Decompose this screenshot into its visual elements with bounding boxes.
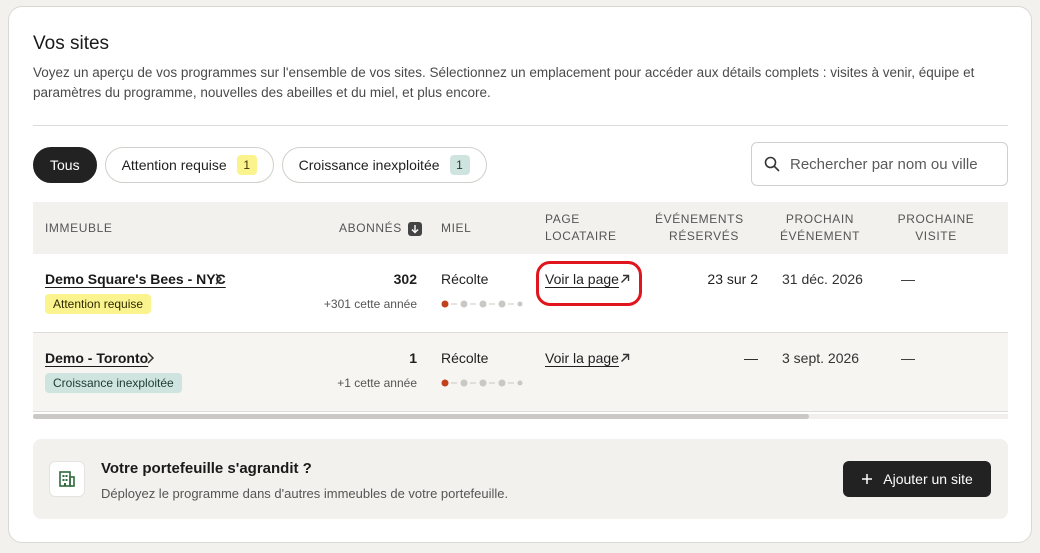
header-next-visit-line1: PROCHAINE xyxy=(897,212,975,226)
status-badge: Croissance inexploitée xyxy=(45,373,182,393)
building-name-link[interactable]: Demo - Toronto xyxy=(45,350,148,366)
header-reserved-line2: RÉSERVÉS xyxy=(669,229,739,243)
honey-progress-indicator xyxy=(441,379,523,387)
header-tenant-page-line2: LOCATAIRE xyxy=(545,229,617,243)
search-input[interactable] xyxy=(790,155,1000,173)
header-building: IMMEUBLE xyxy=(45,221,113,235)
next-visit-date: — xyxy=(901,350,915,366)
header-reserved: ÉVÉNEMENTS RÉSERVÉS xyxy=(655,211,744,245)
header-next-visit: PROCHAINE VISITE xyxy=(891,211,981,245)
honey-stage: Récolte xyxy=(441,271,489,287)
banner-title: Votre portefeuille s'agrandit ? xyxy=(101,460,312,477)
building-icon xyxy=(49,461,85,497)
filter-attention-label: Attention requise xyxy=(121,157,227,173)
header-next-event-line1: PROCHAIN xyxy=(785,212,855,226)
header-honey: MIEL xyxy=(441,221,472,235)
subscribers-delta: +301 cette année xyxy=(323,297,417,311)
table-header: IMMEUBLE ABONNÉS MIEL PAGE LOCATAIRE ÉVÉ… xyxy=(33,202,1008,254)
search-box xyxy=(751,142,1008,186)
header-subscribers[interactable]: ABONNÉS xyxy=(339,220,422,237)
reserved-events: — xyxy=(744,350,758,366)
table-row[interactable]: Demo - Toronto Croissance inexploitée 1 … xyxy=(33,333,1008,412)
chevron-right-icon xyxy=(147,352,155,364)
search-icon xyxy=(764,156,780,172)
divider xyxy=(33,125,1008,126)
chevron-right-icon xyxy=(215,273,223,285)
header-next-event: PROCHAIN ÉVÉNEMENT xyxy=(775,211,865,245)
reserved-events: 23 sur 2 xyxy=(707,271,758,287)
add-site-label: Ajouter un site xyxy=(883,471,973,487)
horizontal-scrollbar-thumb[interactable] xyxy=(33,414,809,419)
filter-attention-chip[interactable]: Attention requise 1 xyxy=(104,147,274,183)
sites-card: Vos sites Voyez un aperçu de vos program… xyxy=(8,6,1032,543)
filter-all-label: Tous xyxy=(50,157,80,173)
header-next-event-line2: ÉVÉNEMENT xyxy=(779,229,861,243)
header-tenant-page: PAGE LOCATAIRE xyxy=(545,211,617,245)
next-event-date: 3 sept. 2026 xyxy=(782,350,860,366)
header-reserved-line1: ÉVÉNEMENTS xyxy=(655,212,744,226)
plus-icon xyxy=(862,474,873,484)
filter-growth-chip[interactable]: Croissance inexploitée 1 xyxy=(281,147,487,183)
honey-stage: Récolte xyxy=(441,350,489,366)
filter-attention-count: 1 xyxy=(236,155,257,175)
next-visit-date: — xyxy=(901,271,915,287)
filter-growth-label: Croissance inexploitée xyxy=(298,157,440,173)
growth-banner: Votre portefeuille s'agrandit ? Déployez… xyxy=(33,439,1008,519)
next-event-date: 31 déc. 2026 xyxy=(782,271,863,287)
filter-growth-count: 1 xyxy=(449,155,470,175)
filter-chips: Tous Attention requise 1 Croissance inex… xyxy=(33,147,487,183)
honey-progress-indicator xyxy=(441,300,523,308)
header-tenant-page-line1: PAGE xyxy=(545,212,580,226)
building-name-link[interactable]: Demo Square's Bees - NYC xyxy=(45,271,226,287)
banner-description: Déployez le programme dans d'autres imme… xyxy=(101,486,509,501)
subscribers-count: 1 xyxy=(409,350,417,366)
subscribers-delta: +1 cette année xyxy=(337,376,417,390)
section-title: Vos sites xyxy=(33,33,110,54)
subscribers-count: 302 xyxy=(393,271,417,287)
table-row[interactable]: Demo Square's Bees - NYC Attention requi… xyxy=(33,254,1008,333)
header-next-visit-line2: VISITE xyxy=(915,229,957,243)
status-badge: Attention requise xyxy=(45,294,152,314)
highlight-annotation xyxy=(536,261,642,306)
add-site-button[interactable]: Ajouter un site xyxy=(843,461,991,497)
header-subscribers-label: ABONNÉS xyxy=(339,221,402,235)
section-description: Voyez un aperçu de vos programmes sur l'… xyxy=(33,65,975,100)
tenant-page-link[interactable]: Voir la page xyxy=(545,350,619,366)
external-link-icon xyxy=(621,353,630,362)
filter-all-chip[interactable]: Tous xyxy=(33,147,97,183)
sort-down-icon xyxy=(407,221,422,236)
